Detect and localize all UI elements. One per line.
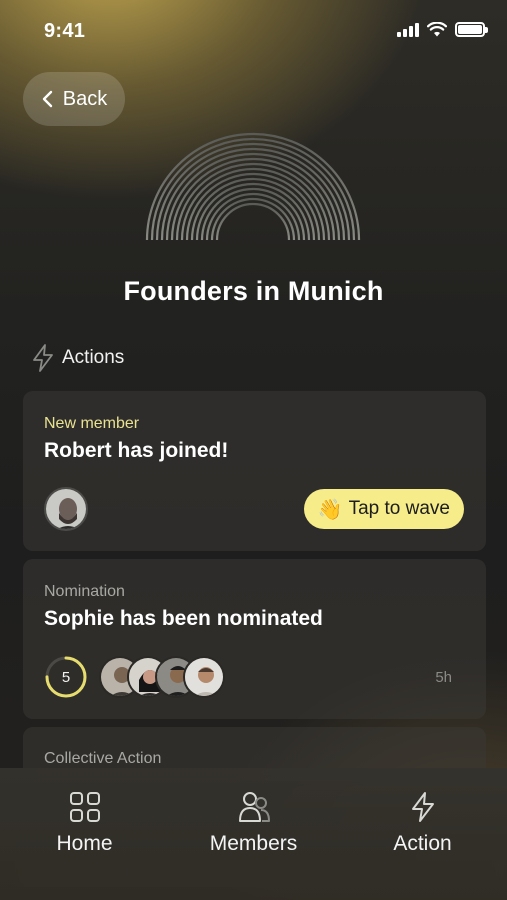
status-bar: 9:41 (0, 0, 507, 64)
nomination-card[interactable]: Nomination Sophie has been nominated 5 5… (23, 559, 486, 719)
wave-icon: 👋 (317, 498, 343, 521)
avatar (183, 656, 225, 698)
members-icon (238, 792, 270, 822)
chevron-left-icon (42, 90, 52, 108)
card-title: Sophie has been nominated (44, 607, 323, 630)
actions-section-header: Actions (30, 343, 124, 373)
group-title: Founders in Munich (123, 276, 384, 306)
card-title: Robert has joined! (44, 439, 229, 462)
actions-label: Actions (62, 347, 125, 368)
tab-label: Home (56, 832, 113, 855)
tab-members[interactable]: Members (179, 790, 329, 900)
wifi-icon (427, 22, 447, 37)
nomination-count: 5 (61, 668, 71, 686)
bottom-tab-bar: Home Members Action (0, 768, 507, 900)
grid-icon (69, 792, 100, 822)
avatar[interactable] (44, 487, 88, 531)
back-button[interactable]: Back (23, 72, 125, 126)
tap-to-wave-button[interactable]: 👋 Tap to wave (303, 489, 464, 529)
group-logo (145, 132, 361, 241)
tab-action[interactable]: Action (348, 790, 498, 900)
tab-label: Action (393, 832, 452, 855)
back-label: Back (62, 87, 108, 110)
new-member-card[interactable]: New member Robert has joined! 👋 Tap to w… (23, 391, 486, 551)
tab-label: Members (209, 832, 298, 855)
voter-avatars[interactable] (99, 656, 225, 698)
nomination-count-ring: 5 (44, 655, 88, 699)
time-ago: 5h (435, 669, 452, 686)
status-icons (397, 22, 488, 37)
tab-home[interactable]: Home (10, 790, 160, 900)
card-type-label: Collective Action (44, 750, 162, 767)
card-type-label: New member (44, 415, 140, 432)
bolt-icon (33, 344, 53, 372)
wave-label: Tap to wave (348, 498, 450, 519)
signal-icon (397, 22, 419, 37)
status-time: 9:41 (44, 20, 86, 42)
bolt-icon (411, 792, 434, 822)
battery-icon (455, 22, 488, 37)
card-type-label: Nomination (44, 583, 125, 600)
